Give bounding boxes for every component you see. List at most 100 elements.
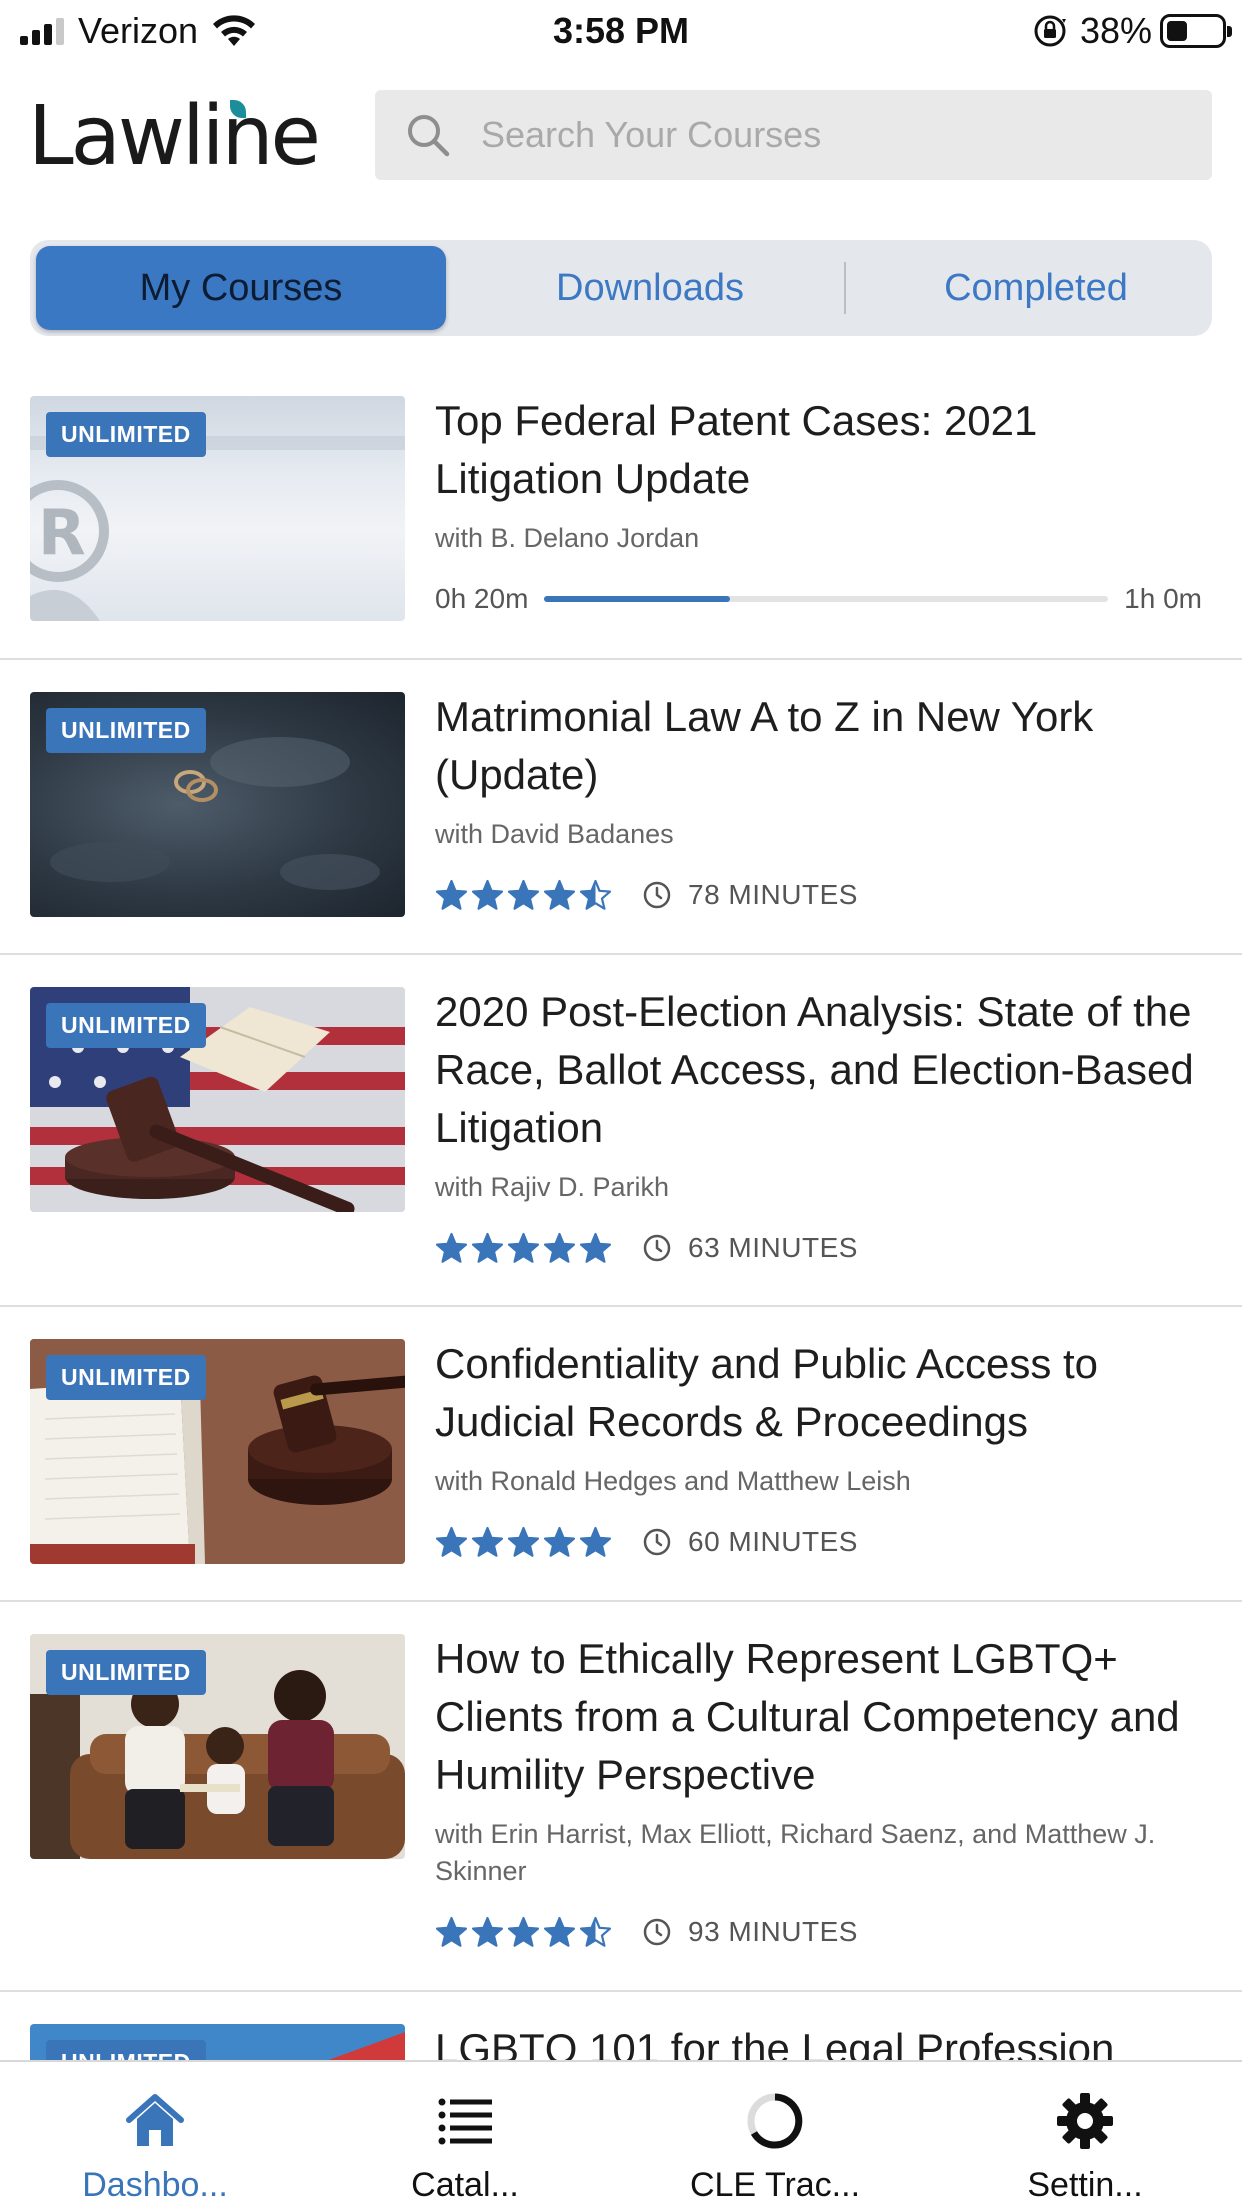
course-info: Top Federal Patent Cases: 2021 Litigatio…	[435, 392, 1202, 617]
course-duration: 63 MINUTES	[688, 1232, 858, 1263]
nav-label: Catal...	[411, 2166, 519, 2204]
battery-icon	[1160, 14, 1232, 48]
course-info: Confidentiality and Public Access to Jud…	[435, 1335, 1202, 1560]
course-item[interactable]: UNLIMITED Matrimonial Law A to Z in New …	[0, 660, 1242, 955]
unlimited-badge: UNLIMITED	[46, 2040, 206, 2060]
list-icon	[438, 2098, 492, 2145]
star-rating	[435, 1526, 612, 1559]
course-title: Top Federal Patent Cases: 2021 Litigatio…	[435, 397, 1038, 502]
course-progress: 0h 20m 1h 0m	[435, 581, 1202, 617]
star-full-icon	[471, 1232, 504, 1263]
tab-downloads[interactable]: Downloads	[460, 246, 840, 330]
course-author: with David Badanes	[435, 819, 674, 849]
progress-bar-fill	[544, 596, 731, 602]
course-info: 2020 Post-Election Analysis: State of th…	[435, 983, 1202, 1266]
search-bar[interactable]	[375, 90, 1212, 180]
unlimited-badge: UNLIMITED	[46, 1355, 206, 1400]
course-info: How to Ethically Represent LGBTQ+ Client…	[435, 1630, 1202, 1950]
course-list: R UNLIMITED Top Federal Patent Cases: 20…	[0, 364, 1242, 2060]
course-item[interactable]: UNLIMITED 2020 Post-Election Analysis: S…	[0, 955, 1242, 1307]
nav-label: CLE Trac...	[689, 2166, 861, 2204]
nav-settings[interactable]: Settin...	[930, 2062, 1240, 2208]
star-rating	[435, 879, 612, 912]
star-rating	[435, 1232, 612, 1265]
course-filter-tabs: My Courses Downloads Completed	[30, 240, 1212, 336]
star-full-icon	[435, 1232, 468, 1263]
star-rating	[435, 1916, 612, 1949]
svg-text:R: R	[38, 496, 86, 569]
course-info: LGBTQ 101 for the Legal Profession	[435, 2020, 1202, 2060]
unlimited-badge: UNLIMITED	[46, 1650, 206, 1695]
star-half-icon	[579, 1916, 612, 1947]
status-bar: Verizon 3:58 PM 38%	[0, 0, 1242, 62]
course-item[interactable]: UNLIMITED Confidentiality and Public Acc…	[0, 1307, 1242, 1602]
star-full-icon	[543, 1526, 576, 1557]
star-full-icon	[543, 1916, 576, 1947]
course-thumbnail: UNLIMITED	[30, 1634, 405, 1859]
search-input[interactable]	[481, 105, 1212, 165]
star-full-icon	[471, 1916, 504, 1947]
star-half-icon	[579, 879, 612, 910]
course-duration: 93 MINUTES	[688, 1916, 858, 1947]
course-thumbnail: R UNLIMITED	[30, 396, 405, 621]
orientation-lock-icon	[1034, 15, 1066, 47]
search-icon	[408, 115, 450, 157]
course-meta: 60 MINUTES	[435, 1524, 1202, 1560]
course-title: How to Ethically Represent LGBTQ+ Client…	[435, 1635, 1180, 1798]
course-title: Confidentiality and Public Access to Jud…	[435, 1340, 1099, 1445]
star-full-icon	[435, 1916, 468, 1947]
unlimited-badge: UNLIMITED	[46, 412, 206, 457]
star-full-icon	[435, 879, 468, 910]
home-icon	[126, 2094, 184, 2146]
star-full-icon	[543, 879, 576, 910]
course-title: 2020 Post-Election Analysis: State of th…	[435, 988, 1194, 1151]
star-full-icon	[507, 1526, 540, 1557]
clock-icon	[643, 881, 671, 909]
tab-divider	[844, 262, 846, 314]
course-item[interactable]: UNLIMITED How to Ethically Represent LGB…	[0, 1602, 1242, 1992]
tab-my-courses[interactable]: My Courses	[36, 246, 446, 330]
clock-icon	[643, 1918, 671, 1946]
clock-icon	[643, 1528, 671, 1556]
course-title: LGBTQ 101 for the Legal Profession	[435, 2025, 1115, 2060]
course-thumbnail: UNLIMITED	[30, 987, 405, 1212]
star-full-icon	[579, 1232, 612, 1263]
battery-level	[1167, 21, 1187, 41]
star-full-icon	[507, 1916, 540, 1947]
clock-icon	[643, 1234, 671, 1262]
star-full-icon	[471, 1526, 504, 1557]
nav-label: Dashbo...	[82, 2166, 228, 2204]
status-right: 38%	[1032, 10, 1232, 52]
course-thumbnail: UNLIMITED	[30, 2024, 405, 2060]
progress-elapsed: 0h 20m	[435, 583, 529, 614]
star-full-icon	[543, 1232, 576, 1263]
course-author: with Erin Harrist, Max Elliott, Richard …	[435, 1819, 1156, 1886]
star-full-icon	[579, 1526, 612, 1557]
nav-dashboard[interactable]: Dashbo...	[0, 2062, 310, 2208]
course-thumbnail: UNLIMITED	[30, 1339, 405, 1564]
unlimited-badge: UNLIMITED	[46, 1003, 206, 1048]
progress-ring-icon	[747, 2093, 803, 2149]
logo-text: Lawline	[28, 89, 321, 184]
course-title: Matrimonial Law A to Z in New York (Upda…	[435, 693, 1094, 798]
star-full-icon	[507, 1232, 540, 1263]
course-author: with B. Delano Jordan	[435, 523, 700, 553]
progress-bar	[544, 596, 1109, 602]
course-author: with Ronald Hedges and Matthew Leish	[435, 1466, 911, 1496]
star-full-icon	[507, 879, 540, 910]
course-item[interactable]: R UNLIMITED Top Federal Patent Cases: 20…	[0, 364, 1242, 660]
course-thumbnail: UNLIMITED	[30, 692, 405, 917]
nav-label: Settin...	[1027, 2166, 1143, 2204]
progress-total: 1h 0m	[1124, 583, 1202, 614]
course-info: Matrimonial Law A to Z in New York (Upda…	[435, 688, 1202, 913]
bottom-tab-bar: Dashbo... Catal... CLE Trac... Settin...	[0, 2060, 1242, 2208]
lawline-logo: Lawline	[28, 92, 348, 182]
course-author: with Rajiv D. Parikh	[435, 1172, 670, 1202]
course-meta: 78 MINUTES	[435, 877, 1202, 913]
tab-completed[interactable]: Completed	[860, 246, 1212, 330]
course-duration: 78 MINUTES	[688, 879, 858, 910]
course-item[interactable]: UNLIMITED LGBTQ 101 for the Legal Profes…	[0, 1992, 1242, 2060]
nav-catalog[interactable]: Catal...	[310, 2062, 620, 2208]
course-meta: 93 MINUTES	[435, 1914, 1202, 1950]
nav-cle-tracker[interactable]: CLE Trac...	[620, 2062, 930, 2208]
